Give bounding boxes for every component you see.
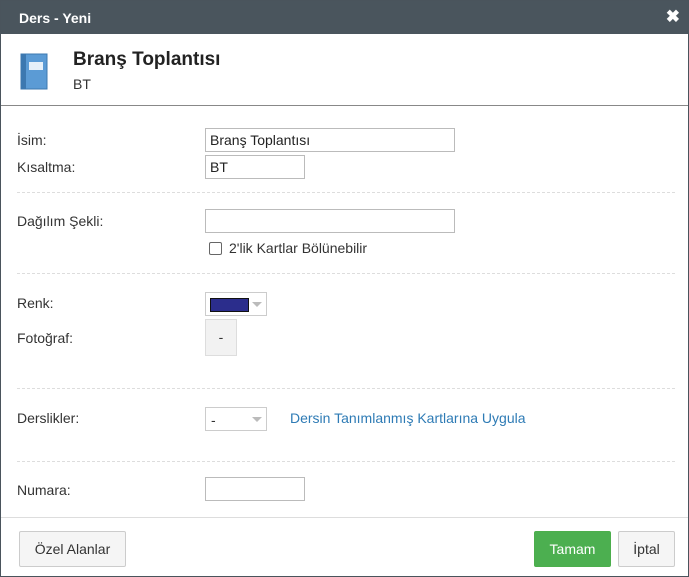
close-icon[interactable]: ✖ [666, 7, 680, 27]
divider [17, 273, 675, 274]
lesson-abbreviation-subheading: BT [73, 76, 91, 92]
lesson-header: Branş Toplantısı BT [1, 34, 688, 106]
dialog-footer: Özel Alanlar Tamam İptal [1, 517, 688, 577]
apply-to-cards-link[interactable]: Dersin Tanımlanmış Kartlarına Uygula [290, 410, 526, 426]
divider [17, 192, 675, 193]
dialog-title: Ders - Yeni [19, 10, 92, 26]
color-picker[interactable] [205, 292, 267, 316]
photo-button[interactable]: - [205, 319, 237, 356]
lesson-dialog: Ders - Yeni ✖ Branş Toplantısı BT İsim: … [0, 0, 689, 577]
classrooms-select-value: - [211, 412, 216, 428]
distribution-label: Dağılım Şekli: [17, 213, 104, 229]
custom-fields-button[interactable]: Özel Alanlar [19, 531, 126, 567]
name-field[interactable] [205, 128, 455, 152]
chevron-down-icon [252, 302, 262, 307]
number-label: Numara: [17, 482, 71, 498]
chevron-down-icon [252, 417, 262, 422]
color-swatch [210, 298, 249, 312]
dialog-titlebar: Ders - Yeni ✖ [1, 1, 688, 34]
ok-button[interactable]: Tamam [534, 531, 611, 567]
classrooms-label: Derslikler: [17, 410, 80, 426]
distribution-field[interactable] [205, 209, 455, 233]
split-cards-label[interactable]: 2'lik Kartlar Bölünebilir [229, 240, 367, 256]
name-label: İsim: [17, 132, 47, 148]
cancel-button[interactable]: İptal [618, 531, 675, 567]
photo-label: Fotoğraf: [17, 330, 74, 346]
book-icon [20, 53, 48, 90]
lesson-name-heading: Branş Toplantısı [73, 49, 221, 70]
divider [17, 461, 675, 462]
number-field[interactable] [205, 477, 305, 501]
abbreviation-label: Kısaltma: [17, 159, 76, 175]
divider [17, 388, 675, 389]
color-label: Renk: [17, 295, 54, 311]
split-cards-checkbox[interactable] [209, 242, 222, 255]
classrooms-select[interactable]: - [205, 407, 267, 431]
abbreviation-field[interactable] [205, 155, 305, 179]
